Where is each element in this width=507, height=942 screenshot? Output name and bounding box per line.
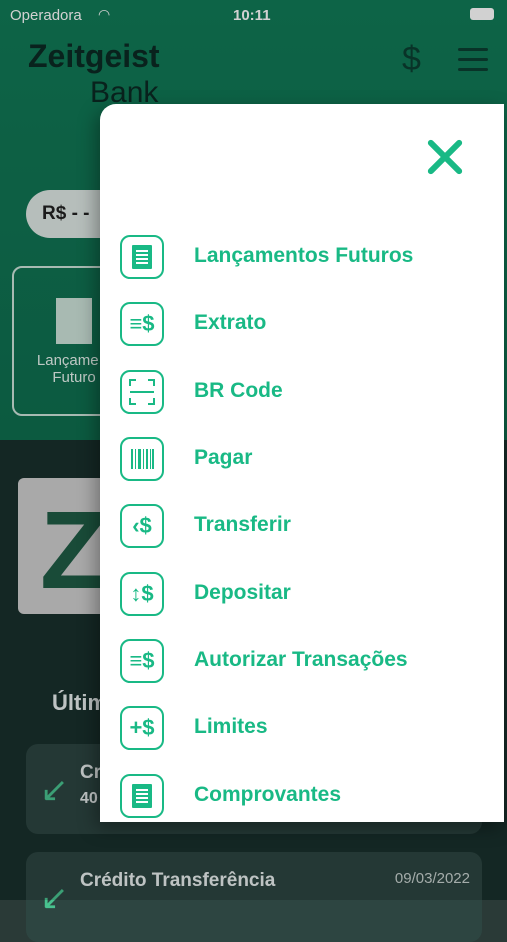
receipt-icon (120, 774, 164, 818)
menu-item-br-code[interactable]: BR Code (120, 370, 490, 422)
plus-dollar-icon: +$ (120, 706, 164, 750)
menu-item-label: Extrato (194, 311, 267, 334)
menu-item-label: Depositar (194, 581, 291, 604)
barcode-icon (120, 437, 164, 481)
transfer-dollar-icon: ‹$ (120, 504, 164, 548)
menu-item-label: Autorizar Transações (194, 648, 408, 671)
menu-item-label: BR Code (194, 379, 283, 402)
statement-dollar-icon: ≡$ (120, 302, 164, 346)
menu-item-extrato[interactable]: ≡$ Extrato (120, 302, 490, 354)
menu-item-transferir[interactable]: ‹$ Transferir (120, 504, 490, 556)
menu-item-label: Transferir (194, 513, 291, 536)
menu-modal: Lançamentos Futuros ≡$ Extrato BR Code P… (100, 104, 504, 822)
menu-item-lancamentos-futuros[interactable]: Lançamentos Futuros (120, 235, 490, 287)
menu-item-limites[interactable]: +$ Limites (120, 706, 490, 758)
menu-item-comprovantes[interactable]: Comprovantes (120, 774, 490, 826)
menu-item-label: Comprovantes (194, 783, 342, 806)
document-lines-icon (120, 235, 164, 279)
menu-item-depositar[interactable]: ↕$ Depositar (120, 572, 490, 624)
menu-item-label: Lançamentos Futuros (194, 244, 414, 267)
menu-item-label: Limites (194, 715, 268, 738)
menu-item-pagar[interactable]: Pagar (120, 437, 490, 489)
deposit-dollar-icon: ↕$ (120, 572, 164, 616)
menu-item-autorizar-transacoes[interactable]: ≡$ Autorizar Transações (120, 639, 490, 691)
qr-scan-icon (120, 370, 164, 414)
close-icon[interactable] (426, 138, 464, 176)
menu-item-label: Pagar (194, 446, 253, 469)
authorize-dollar-icon: ≡$ (120, 639, 164, 683)
